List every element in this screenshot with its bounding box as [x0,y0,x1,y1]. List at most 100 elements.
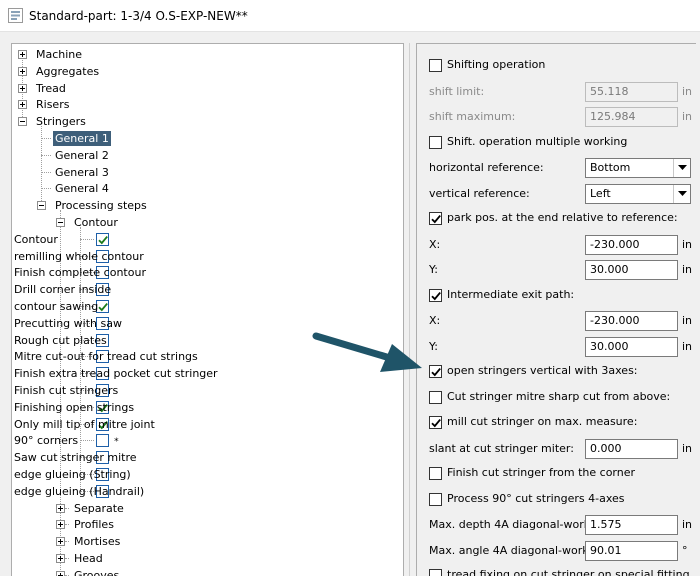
tree-item-label: 90° corners [14,434,79,448]
tree-item-only-mill-tip-of-mitre-joint[interactable]: Only mill tip of mitre joint [12,416,157,433]
expand-icon[interactable] [18,100,27,110]
checkbox-mill-cut-stringer-on-max-measure[interactable] [429,416,442,429]
checkbox-intermediate-exit-path[interactable] [429,288,442,302]
tree-item-mortises[interactable]: Mortises [72,533,122,550]
field-label: Max. depth 4A diagonal-workin [429,518,601,531]
tree-connector [65,558,69,559]
unit-label: in [682,110,693,123]
tree-item-precutting-with-saw[interactable]: Precutting with saw [12,315,124,332]
expand-icon[interactable] [18,83,27,93]
dropdown-button[interactable] [673,159,690,177]
checkbox-label: mill cut stringer on max. measure: [447,415,638,428]
tree-connector [41,154,51,156]
expand-icon[interactable] [18,66,27,76]
dropdown-button[interactable] [673,184,690,203]
tree-item-finish-complete-contour[interactable]: Finish complete contour [12,264,148,281]
tree-item-label: Contour [14,232,58,246]
tree-checkbox[interactable] [96,232,109,246]
tree-item-general-3[interactable]: General 3 [53,164,111,181]
tree-item-edge-glueing-string[interactable]: edge glueing (String) [12,466,133,483]
checkbox-process-90-cut-stringers-4-axes[interactable] [429,492,442,506]
tree-item-general-1[interactable]: General 1 [53,130,111,147]
input-slant-at-cut-stringer-miter[interactable]: 0.000 [585,438,678,459]
checkmark-icon [431,215,441,224]
expand-icon[interactable] [56,570,65,576]
tree-item-rough-cut-plates[interactable]: Rough cut plates [12,332,109,349]
tree-item-risers[interactable]: Risers [34,96,71,113]
tree-view[interactable]: Machine Aggregates Tread Risers Stringers Gen… [11,43,404,576]
unit-label: in [682,441,693,455]
input-value: 1.575 [590,518,622,531]
collapse-icon[interactable] [56,218,65,227]
input-value: 30.000 [590,263,629,276]
input-y[interactable]: 30.000 [585,336,678,357]
input-y[interactable]: 30.000 [585,260,678,280]
tree-item-label: Finish cut stringers [14,384,119,397]
tree-item-saw-cut-stringer-mitre[interactable]: Saw cut stringer mitre [12,449,139,466]
tree-item-general-4[interactable]: General 4 [53,180,111,197]
expand-icon[interactable] [56,520,65,530]
tree-item-grooves[interactable]: Grooves [72,567,121,576]
field-label: shift maximum: [429,110,516,123]
checkbox-tread-fixing-on-cut-stringer-on-special-fitting[interactable] [429,569,442,576]
tree-item-profiles[interactable]: Profiles [72,516,116,533]
tree-item-label: Head [74,552,103,565]
input-x[interactable]: -230.000 [585,234,678,255]
expand-icon[interactable] [56,554,65,563]
tree-item-separate[interactable]: Separate [72,500,126,517]
tree-item-edge-glueing-handrail[interactable]: edge glueing (Handrail) [12,483,146,500]
checkbox-park-pos-at-the-end-relative-to-reference[interactable] [429,212,442,225]
tree-item-label: Stringers [36,115,86,129]
tree-item-finish-extra-tread-pocket-cut-stringer[interactable]: Finish extra tread pocket cut stringer [12,365,220,382]
input-value: -230.000 [590,314,640,327]
tree-item-processing-steps[interactable]: Processing steps [53,197,149,214]
tree-item-contour-sawing[interactable]: contour sawing [12,298,100,315]
tree-item-drill-corner-inside[interactable]: Drill corner inside [12,281,113,298]
checkbox-cut-stringer-mitre-sharp-cut-from-above[interactable] [429,390,442,404]
input-shift-limit: 55.118 [585,81,678,102]
tree-item-mitre-cut-out-for-tread-cut-strings[interactable]: Mitre cut-out for tread cut strings [12,348,200,365]
checkbox-open-stringers-vertical-with-3axes[interactable] [429,365,442,378]
tree-item-label: Profiles [74,518,114,532]
input-max-depth-4a-diagonal-workin[interactable]: 1.575 [585,515,678,535]
checkbox-label: Cut stringer mitre sharp cut from above: [447,389,671,403]
checkbox-shifting-operation[interactable] [429,59,442,72]
select-vertical-reference[interactable]: Left [585,183,691,204]
tree-item-label: Grooves [74,568,120,576]
tree-connector [65,541,69,543]
tree-item-aggregates[interactable]: Aggregates [34,63,101,80]
input-value: -230.000 [590,237,640,251]
tree-item-stringers[interactable]: Stringers [34,113,88,130]
field-label: slant at cut stringer miter: [429,441,574,455]
panel-splitter[interactable] [405,43,416,576]
collapse-icon[interactable] [18,117,27,127]
input-x[interactable]: -230.000 [585,311,678,331]
expand-icon[interactable] [56,503,65,513]
input-max-angle-4a-diagonal-workin[interactable]: 90.01 [585,540,678,561]
tree-item-label: Mortises [74,535,121,549]
tree-item-general-2[interactable]: General 2 [53,147,111,164]
tree-item-90-corners[interactable]: 90° corners * [12,432,119,449]
tree-item-finishing-open-strings[interactable]: Finishing open strings [12,399,136,416]
tree-item-label: Risers [36,98,70,112]
tree-item-contour[interactable]: Contour [12,231,60,248]
input-value: 55.118 [590,84,629,98]
tree-item-finish-cut-stringers[interactable]: Finish cut stringers [12,382,120,399]
tree-item-machine[interactable]: Machine [34,46,84,63]
expand-icon[interactable] [56,537,65,547]
checkbox-shift-operation-multiple-working[interactable] [429,135,442,149]
tree-item-remilling-whole-contour[interactable]: remilling whole contour [12,248,146,265]
collapse-icon[interactable] [37,201,46,211]
checkbox-label: tread fixing on cut stringer on special … [447,568,690,576]
checkbox-finish-cut-stringer-from-the-corner[interactable] [429,467,442,480]
tree-item-label: General 3 [55,165,109,179]
select-horizontal-reference[interactable]: Bottom [585,158,691,178]
expand-icon[interactable] [18,50,27,59]
tree-item-head[interactable]: Head [72,550,105,567]
checkbox-label: Shift. operation multiple working [447,134,628,148]
app-icon [8,8,23,23]
tree-item-label: Machine [36,48,83,61]
tree-item-tread[interactable]: Tread [34,80,68,97]
checkbox-label: Intermediate exit path: [447,287,575,301]
tree-item-contour[interactable]: Contour [72,214,120,231]
